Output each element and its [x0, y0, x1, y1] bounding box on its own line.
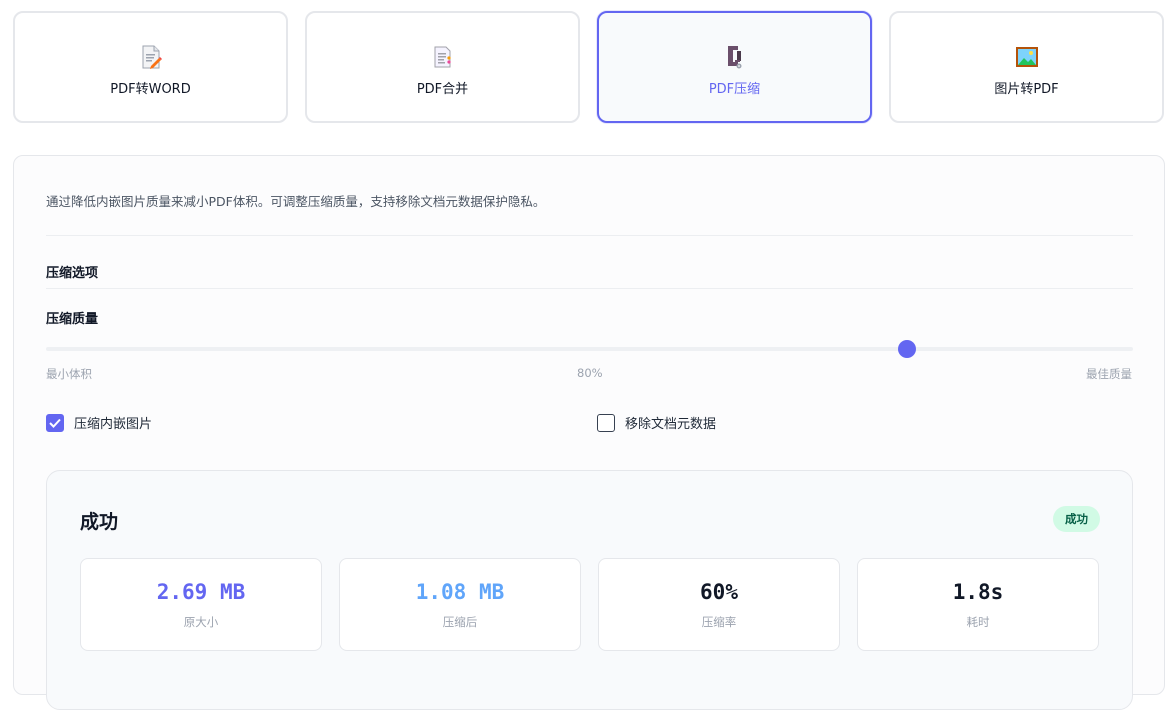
- framed-picture-icon: [1014, 44, 1040, 70]
- stat-value: 60%: [700, 580, 738, 604]
- quality-title: 压缩质量: [46, 312, 99, 327]
- remove-metadata-option[interactable]: 移除文档元数据: [597, 413, 716, 432]
- stat-label: 耗时: [966, 615, 990, 629]
- tab-pdf-merge[interactable]: PDF合并: [305, 11, 580, 123]
- tab-label: PDF转WORD: [110, 81, 191, 97]
- tab-pdf-to-word[interactable]: PDF转WORD: [13, 11, 288, 123]
- documents-merge-icon: [430, 44, 456, 70]
- result-card: 成功 成功 2.69 MB 原大小 1.08 MB 压缩后 60% 压缩率 1.…: [46, 470, 1133, 710]
- stat-value: 1.08 MB: [415, 580, 505, 604]
- options-section-title: 压缩选项: [46, 266, 99, 281]
- document-edit-icon: [138, 44, 164, 70]
- compress-images-checkbox[interactable]: [46, 413, 64, 432]
- tab-label: PDF合并: [416, 81, 469, 97]
- compress-panel: 通过降低内嵌图片质量来减小PDF体积。可调整压缩质量，支持移除文档元数据保护隐私…: [13, 155, 1165, 710]
- stat-value: 2.69 MB: [156, 580, 246, 604]
- stat-label: 原大小: [183, 615, 219, 629]
- remove-metadata-checkbox[interactable]: [597, 413, 615, 432]
- status-badge: 成功: [1053, 506, 1100, 532]
- quality-slider-track[interactable]: [46, 347, 1133, 351]
- result-stats: 2.69 MB 原大小 1.08 MB 压缩后 60% 压缩率 1.8s 耗时: [80, 558, 1099, 651]
- stat-compressed-size: 1.08 MB 压缩后: [339, 558, 581, 651]
- panel-description: 通过降低内嵌图片质量来减小PDF体积。可调整压缩质量，支持移除文档元数据保护隐私…: [46, 194, 546, 209]
- slider-max-label: 最佳质量: [1086, 367, 1132, 381]
- divider: [46, 288, 1133, 289]
- stat-compression-rate: 60% 压缩率: [598, 558, 840, 651]
- tool-tabs: PDF转WORD PDF合并 PDF压缩 图片转PDF: [13, 11, 1165, 123]
- stat-original-size: 2.69 MB 原大小: [80, 558, 322, 651]
- tab-image-to-pdf[interactable]: 图片转PDF: [889, 11, 1164, 123]
- stat-label: 压缩后: [442, 615, 478, 629]
- slider-value-label: 80%: [577, 366, 603, 380]
- option-label: 移除文档元数据: [625, 417, 717, 432]
- compress-images-option[interactable]: 压缩内嵌图片: [46, 413, 152, 432]
- divider: [46, 235, 1133, 236]
- stat-label: 压缩率: [701, 615, 737, 629]
- stat-value: 1.8s: [952, 580, 1004, 604]
- slider-min-label: 最小体积: [46, 367, 92, 381]
- tab-label: 图片转PDF: [994, 81, 1059, 97]
- stat-elapsed-time: 1.8s 耗时: [857, 558, 1099, 651]
- quality-slider-thumb[interactable]: [898, 340, 916, 358]
- result-title: 成功: [80, 511, 119, 533]
- checkmark-icon: [49, 418, 61, 428]
- option-label: 压缩内嵌图片: [74, 417, 153, 432]
- tab-label: PDF压缩: [708, 81, 761, 97]
- clamp-compress-icon: [722, 44, 748, 70]
- tab-pdf-compress[interactable]: PDF压缩: [597, 11, 872, 123]
